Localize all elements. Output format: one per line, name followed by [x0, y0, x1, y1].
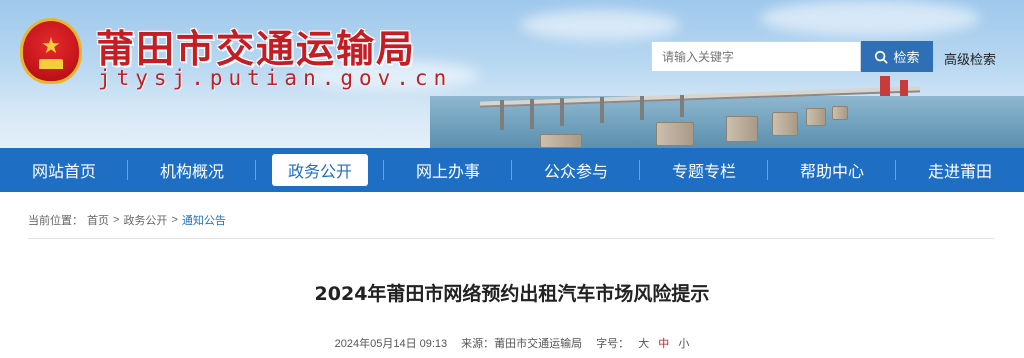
- breadcrumb-item-home[interactable]: 首页: [87, 212, 109, 228]
- banner-caisson: [806, 108, 826, 126]
- nav-item-label: 专题专栏: [671, 162, 736, 181]
- nav-item-label: 走进莆田: [927, 162, 992, 181]
- breadcrumb-item-notices[interactable]: 通知公告: [182, 212, 226, 228]
- nav-item-label: 网上办事: [415, 162, 480, 181]
- banner-tower: [900, 80, 908, 96]
- nav-item-label: 政务公开: [271, 154, 368, 186]
- main-nav: 网站首页 机构概况 政务公开 网上办事 公众参与 专题专栏 帮助中心 走进莆田: [0, 148, 1024, 192]
- article-meta: 2024年05月14日 09:13 来源：莆田市交通运输局 字号： 大 中 小: [0, 335, 1024, 351]
- header-banner: ★ 莆田市交通运输局 jtysj.putian.gov.cn 检索 高级检索: [0, 0, 1024, 148]
- nav-item-label: 帮助中心: [799, 162, 864, 181]
- search-button[interactable]: 检索: [861, 41, 933, 72]
- breadcrumb: 当前位置： 首页 > 政务公开 > 通知公告: [28, 212, 226, 228]
- font-size-small[interactable]: 小: [678, 338, 689, 350]
- nav-item-label: 网站首页: [31, 162, 96, 181]
- national-emblem-icon: ★: [20, 18, 82, 84]
- banner-caisson: [726, 116, 758, 142]
- banner-pillar: [560, 98, 564, 126]
- banner-caisson: [832, 106, 848, 120]
- breadcrumb-prefix: 当前位置：: [28, 215, 83, 227]
- breadcrumb-divider: [28, 238, 994, 239]
- nav-item-public-participation[interactable]: 公众参与: [512, 148, 640, 192]
- nav-item-org-overview[interactable]: 机构概况: [128, 148, 256, 192]
- font-size-selector: 字号： 大 中 小: [596, 335, 689, 351]
- font-size-medium[interactable]: 中: [658, 338, 669, 350]
- banner-cloud: [520, 10, 680, 40]
- banner-caisson: [772, 112, 798, 136]
- nav-item-special-topics[interactable]: 专题专栏: [640, 148, 768, 192]
- site-title: 莆田市交通运输局: [96, 26, 417, 71]
- banner-caisson: [656, 122, 694, 146]
- breadcrumb-item-gov-affairs[interactable]: 政务公开: [123, 212, 167, 228]
- advanced-search-link[interactable]: 高级检索: [944, 49, 996, 68]
- article-source-label: 来源：: [461, 338, 495, 350]
- banner-caisson: [540, 134, 582, 148]
- banner-pillar: [500, 100, 504, 130]
- search-button-label: 检索: [893, 50, 920, 65]
- font-size-large[interactable]: 大: [638, 338, 649, 350]
- banner-pillar: [680, 95, 684, 117]
- search-input[interactable]: [651, 41, 861, 72]
- article-source-value: 莆田市交通运输局: [494, 338, 583, 350]
- breadcrumb-separator: >: [113, 214, 120, 226]
- article-date: 2024年05月14日 09:13: [334, 338, 448, 350]
- banner-pillar: [600, 97, 604, 123]
- article-title: 2024年莆田市网络预约出租汽车市场风险提示: [314, 283, 710, 305]
- banner-pillar: [640, 96, 644, 120]
- article-source: 来源：莆田市交通运输局: [461, 335, 582, 351]
- nav-item-gov-affairs[interactable]: 政务公开: [256, 148, 384, 192]
- nav-item-home[interactable]: 网站首页: [0, 148, 128, 192]
- nav-item-help-center[interactable]: 帮助中心: [768, 148, 896, 192]
- banner-tower: [880, 76, 890, 96]
- nav-item-about-putian[interactable]: 走进莆田: [896, 148, 1024, 192]
- site-domain: jtysj.putian.gov.cn: [98, 66, 453, 90]
- breadcrumb-separator: >: [171, 214, 178, 226]
- font-size-label: 字号：: [596, 338, 630, 350]
- banner-cloud: [760, 0, 980, 36]
- nav-item-online-services[interactable]: 网上办事: [384, 148, 512, 192]
- nav-item-label: 公众参与: [543, 162, 608, 181]
- banner-pillar: [530, 99, 534, 129]
- search-icon: [875, 50, 889, 64]
- nav-item-label: 机构概况: [159, 162, 224, 181]
